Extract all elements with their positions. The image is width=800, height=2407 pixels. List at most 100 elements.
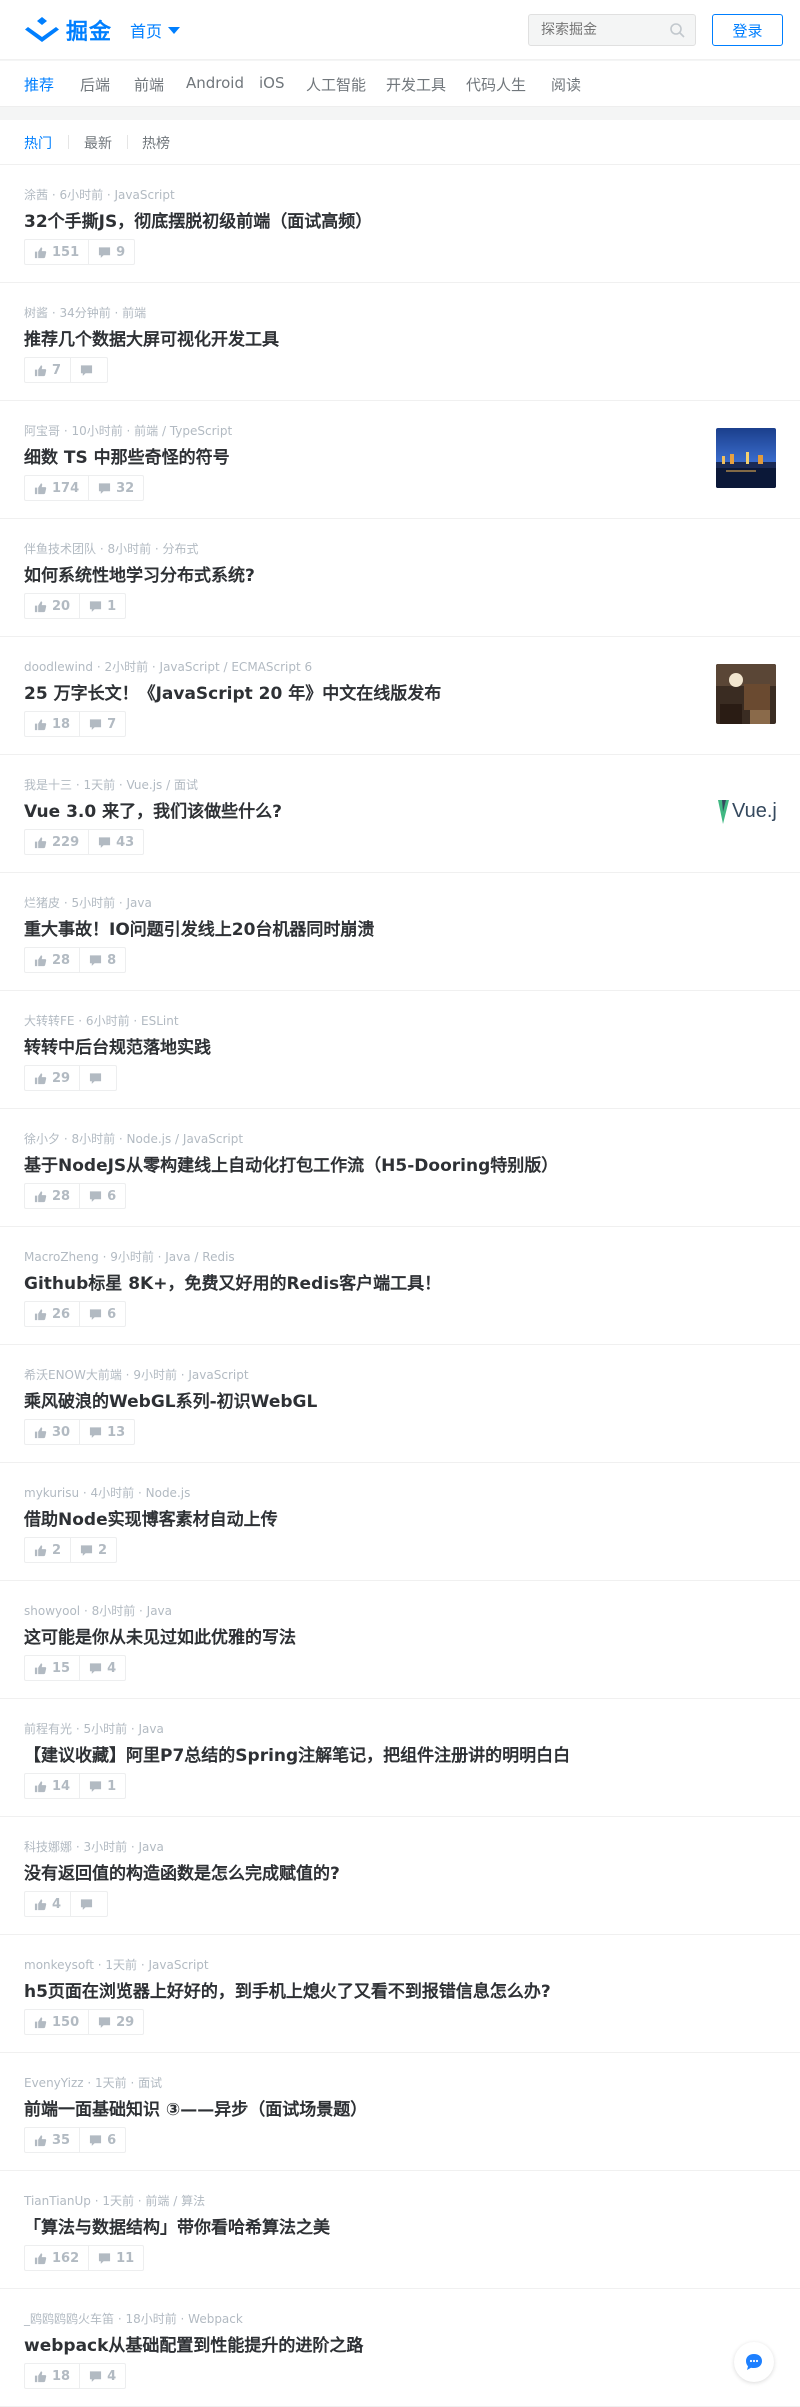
sort-hot-list[interactable]: 热榜 [142, 133, 170, 153]
search-box[interactable] [528, 14, 696, 46]
like-button[interactable]: 174 [25, 476, 88, 500]
comment-button[interactable]: 9 [88, 240, 134, 264]
tab-dev-tools[interactable]: 开发工具 [386, 74, 446, 95]
tab-reading[interactable]: 阅读 [551, 74, 581, 95]
entry-item[interactable]: 科技娜娜 · 3小时前 · Java 没有返回值的构造函数是怎么完成赋值的? 4 [0, 1817, 800, 1935]
entry-thumbnail[interactable] [716, 664, 776, 724]
juejin-logo[interactable]: 掘金 [24, 13, 112, 47]
sort-hot[interactable]: 热门 [24, 133, 52, 153]
comment-button[interactable]: 6 [79, 1302, 125, 1326]
entry-item[interactable]: 前程有光 · 5小时前 · Java 【建议收藏】阿里P7总结的Spring注解… [0, 1699, 800, 1817]
entry-title[interactable]: Vue 3.0 来了，我们该做些什么? [24, 797, 282, 822]
comment-button[interactable]: 43 [88, 830, 143, 854]
entry-title[interactable]: 32个手撕JS，彻底摆脱初级前端（面试高频） [24, 207, 372, 232]
like-button[interactable]: 15 [25, 1656, 79, 1680]
entry-item[interactable]: 徐小夕 · 8小时前 · Node.js / JavaScript 基于Node… [0, 1109, 800, 1227]
tab-ios[interactable]: iOS [259, 74, 285, 92]
like-button[interactable]: 18 [25, 2364, 79, 2388]
entry-item[interactable]: mykurisu · 4小时前 · Node.js 借助Node实现博客素材自动… [0, 1463, 800, 1581]
like-button[interactable]: 26 [25, 1302, 79, 1326]
entry-title[interactable]: 如何系统性地学习分布式系统? [24, 561, 255, 586]
like-button[interactable]: 14 [25, 1774, 79, 1798]
comment-button[interactable]: 1 [79, 1774, 125, 1798]
comment-button[interactable]: 32 [88, 476, 143, 500]
comment-button[interactable]: 1 [79, 594, 125, 618]
comment-button[interactable]: 7 [79, 712, 125, 736]
comment-button[interactable]: 11 [88, 2246, 143, 2270]
entry-item[interactable]: 我是十三 · 1天前 · Vue.js / 面试 Vue 3.0 来了，我们该做… [0, 755, 800, 873]
entry-item[interactable]: 烂猪皮 · 5小时前 · Java 重大事故！IO问题引发线上20台机器同时崩溃… [0, 873, 800, 991]
tab-android[interactable]: Android [186, 74, 244, 92]
like-button[interactable]: 30 [25, 1420, 79, 1444]
entry-title[interactable]: 重大事故！IO问题引发线上20台机器同时崩溃 [24, 915, 374, 940]
entry-item[interactable]: 树酱 · 34分钟前 · 前端 推荐几个数据大屏可视化开发工具 7 [0, 283, 800, 401]
comment-button[interactable]: 4 [79, 2364, 125, 2388]
entry-item[interactable]: 希沃ENOW大前端 · 9小时前 · JavaScript 乘风破浪的WebGL… [0, 1345, 800, 1463]
entry-title[interactable]: 【建议收藏】阿里P7总结的Spring注解笔记，把组件注册讲的明明白白 [24, 1741, 570, 1766]
entry-title[interactable]: 细数 TS 中那些奇怪的符号 [24, 443, 230, 468]
like-button[interactable]: 7 [25, 358, 70, 382]
like-button[interactable]: 162 [25, 2246, 88, 2270]
entry-title[interactable]: 25 万字长文！《JavaScript 20 年》中文在线版发布 [24, 679, 441, 704]
entry-title[interactable]: 前端一面基础知识 ③——异步（面试场景题） [24, 2095, 367, 2120]
comment-button[interactable]: 13 [79, 1420, 134, 1444]
search-icon[interactable] [669, 22, 685, 38]
like-button[interactable]: 28 [25, 1184, 79, 1208]
comment-button[interactable]: 29 [88, 2010, 143, 2034]
chat-float-button[interactable] [734, 2342, 774, 2382]
entry-title[interactable]: h5页面在浏览器上好好的，到手机上熄火了又看不到报错信息怎么办? [24, 1977, 551, 2002]
entry-item[interactable]: 阿宝哥 · 10小时前 · 前端 / TypeScript 细数 TS 中那些奇… [0, 401, 800, 519]
entry-item[interactable]: TianTianUp · 1天前 · 前端 / 算法 「算法与数据结构」带你看哈… [0, 2171, 800, 2289]
comment-button[interactable]: 6 [79, 1184, 125, 1208]
vue-logo-thumbnail[interactable]: Vue.j [716, 782, 776, 842]
like-button[interactable]: 18 [25, 712, 79, 736]
home-dropdown[interactable]: 首页 [130, 18, 181, 42]
entry-item[interactable]: MacroZheng · 9小时前 · Java / Redis Github标… [0, 1227, 800, 1345]
thumbs-up-icon [34, 1780, 47, 1792]
entry-item[interactable]: _鸥鸥鸥鸥火车笛 · 18小时前 · Webpack webpack从基础配置到… [0, 2289, 800, 2407]
entry-title[interactable]: 借助Node实现博客素材自动上传 [24, 1505, 278, 1530]
login-button[interactable]: 登录 [712, 14, 783, 46]
entry-title[interactable]: Github标星 8K+，免费又好用的Redis客户端工具！ [24, 1269, 441, 1294]
comment-button[interactable]: 8 [79, 948, 125, 972]
sort-latest[interactable]: 最新 [84, 133, 112, 153]
entry-title[interactable]: 转转中后台规范落地实践 [24, 1033, 211, 1058]
entry-item[interactable]: EvenyYizz · 1天前 · 面试 前端一面基础知识 ③——异步（面试场景… [0, 2053, 800, 2171]
like-button[interactable]: 2 [25, 1538, 70, 1562]
like-button[interactable]: 151 [25, 240, 88, 264]
like-button[interactable]: 20 [25, 594, 79, 618]
entry-item[interactable]: monkeysoft · 1天前 · JavaScript h5页面在浏览器上好… [0, 1935, 800, 2053]
entry-title[interactable]: 推荐几个数据大屏可视化开发工具 [24, 325, 279, 350]
like-button[interactable]: 150 [25, 2010, 88, 2034]
entry-title[interactable]: webpack从基础配置到性能提升的进阶之路 [24, 2331, 363, 2356]
tab-recommend[interactable]: 推荐 [24, 74, 54, 95]
tab-backend[interactable]: 后端 [80, 74, 110, 95]
entry-title[interactable]: 这可能是你从未见过如此优雅的写法 [24, 1623, 296, 1648]
comment-count: 2 [98, 1542, 108, 1558]
like-button[interactable]: 229 [25, 830, 88, 854]
comment-button[interactable]: 6 [79, 2128, 125, 2152]
entry-title[interactable]: 乘风破浪的WebGL系列-初识WebGL [24, 1387, 317, 1412]
like-button[interactable]: 29 [25, 1066, 79, 1090]
entry-item[interactable]: 涂茜 · 6小时前 · JavaScript 32个手撕JS，彻底摆脱初级前端（… [0, 165, 800, 283]
comment-button[interactable]: 2 [70, 1538, 116, 1562]
entry-item[interactable]: 伴鱼技术团队 · 8小时前 · 分布式 如何系统性地学习分布式系统? 20 1 [0, 519, 800, 637]
like-button[interactable]: 4 [25, 1892, 70, 1916]
entry-item[interactable]: 大转转FE · 6小时前 · ESLint 转转中后台规范落地实践 29 [0, 991, 800, 1109]
entry-title[interactable]: 基于NodeJS从零构建线上自动化打包工作流（H5-Dooring特别版） [24, 1151, 558, 1176]
comment-button[interactable]: 4 [79, 1656, 125, 1680]
tab-frontend[interactable]: 前端 [134, 74, 164, 95]
entry-thumbnail[interactable] [716, 428, 776, 488]
comment-button[interactable] [79, 1066, 116, 1090]
tab-ai[interactable]: 人工智能 [306, 74, 366, 95]
comment-button[interactable] [70, 1892, 107, 1916]
entry-title[interactable]: 没有返回值的构造函数是怎么完成赋值的? [24, 1859, 340, 1884]
comment-button[interactable] [70, 358, 107, 382]
like-button[interactable]: 35 [25, 2128, 79, 2152]
entry-item[interactable]: doodlewind · 2小时前 · JavaScript / ECMAScr… [0, 637, 800, 755]
like-button[interactable]: 28 [25, 948, 79, 972]
tab-code-life[interactable]: 代码人生 [466, 74, 526, 95]
entry-item[interactable]: showyool · 8小时前 · Java 这可能是你从未见过如此优雅的写法 … [0, 1581, 800, 1699]
entry-title[interactable]: 「算法与数据结构」带你看哈希算法之美 [24, 2213, 330, 2238]
search-input[interactable] [529, 15, 659, 45]
